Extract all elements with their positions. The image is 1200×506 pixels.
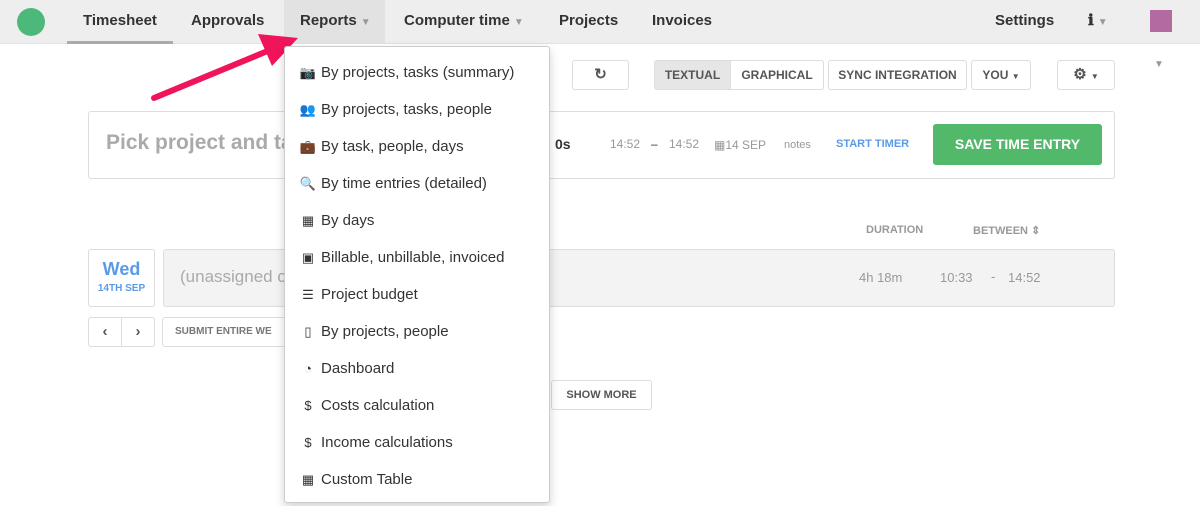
info-icon: ℹ [1088, 12, 1094, 29]
search-icon: 🔍 [299, 175, 317, 191]
reports-menu-item[interactable]: $ Income calculations [285, 424, 549, 461]
users-icon: 👥 [299, 101, 317, 117]
tasks-icon: ☰ [302, 286, 314, 302]
gear-icon: ⚙ [1073, 66, 1087, 83]
nav-reports-label: Reports [300, 12, 357, 29]
arrow-shaft [151, 47, 273, 101]
caret-down-icon: ▼ [1097, 17, 1108, 28]
nav-computer-time[interactable]: Computer time ▼ [388, 0, 540, 44]
entry-from: 10:33 [940, 270, 973, 285]
end-time[interactable]: 14:52 [669, 137, 699, 151]
show-more-button[interactable]: SHOW MORE [551, 380, 652, 410]
day-badge: Wed 14TH SEP [88, 249, 155, 307]
reports-menu-item[interactable]: ◔ Dashboard [285, 350, 549, 387]
money-icon: ▣ [301, 249, 315, 265]
start-time[interactable]: 14:52 [610, 137, 640, 151]
day-date: 14TH SEP [97, 283, 146, 294]
nav-invoices[interactable]: Invoices [636, 0, 728, 44]
calendar-icon: ▦ [301, 212, 315, 228]
reports-menu-item-label: By task, people, days [321, 138, 464, 155]
reports-menu-item[interactable]: ☰ Project budget [285, 276, 549, 313]
between-label: BETWEEN [973, 225, 1028, 237]
refresh-icon: ↻ [594, 66, 607, 83]
reports-menu-item-label: Costs calculation [321, 397, 435, 414]
reports-menu-item-label: By projects, tasks (summary) [321, 64, 515, 81]
project-picker-input[interactable]: Pick project and ta [106, 131, 293, 155]
info-menu[interactable]: ℹ ▼ [1072, 0, 1124, 44]
calendar-icon: ▦ [714, 138, 726, 152]
reports-menu-item-label: Project budget [321, 286, 418, 303]
duration-header: DURATION [866, 224, 924, 236]
caret-down-icon: ▼ [1090, 72, 1099, 81]
nav-computer-time-label: Computer time [404, 12, 510, 29]
reports-menu-item-label: By projects, people [321, 323, 449, 340]
nav-settings[interactable]: Settings [979, 0, 1070, 44]
file-icon: ▯ [304, 323, 312, 339]
you-label: YOU [982, 68, 1009, 82]
duration-value[interactable]: 0s [555, 136, 571, 152]
date-label: 14 SEP [725, 138, 767, 152]
date-picker[interactable]: ▦14 SEP [714, 138, 766, 152]
reports-menu-item-label: By time entries (detailed) [321, 175, 487, 192]
refresh-button[interactable]: ↻ [572, 60, 629, 90]
reports-menu-item[interactable]: 📷 By projects, tasks (summary) [285, 54, 549, 91]
reports-menu-item[interactable]: ▦ By days [285, 202, 549, 239]
reports-menu-item[interactable]: 💼 By task, people, days [285, 128, 549, 165]
app-logo[interactable] [17, 8, 45, 36]
dollar-icon: $ [304, 398, 312, 413]
graphical-button[interactable]: GRAPHICAL [730, 60, 824, 90]
caret-down-icon: ▼ [513, 17, 524, 28]
notes-link[interactable]: notes [784, 139, 811, 151]
next-week-button[interactable]: › [121, 317, 155, 347]
reports-menu-item-label: By projects, tasks, people [321, 101, 492, 118]
reports-menu-item-label: Income calculations [321, 434, 453, 451]
previous-week-button[interactable]: ‹ [88, 317, 122, 347]
dollar-icon: $ [304, 435, 312, 450]
textual-button[interactable]: TEXTUAL [654, 60, 731, 90]
time-dash: – [651, 137, 658, 151]
briefcase-icon: 💼 [299, 138, 317, 154]
sync-integration-button[interactable]: SYNC INTEGRATION [828, 60, 967, 90]
reports-menu-item[interactable]: 🔍 By time entries (detailed) [285, 165, 549, 202]
reports-menu-item[interactable]: $ Costs calculation [285, 387, 549, 424]
entry-duration: 4h 18m [859, 270, 903, 285]
reports-menu-item-label: Dashboard [321, 360, 395, 377]
dashboard-icon: ◔ [304, 361, 312, 376]
reports-menu-item-label: Custom Table [321, 471, 413, 488]
table-icon: ▦ [301, 471, 315, 487]
reports-menu-item-label: By days [321, 212, 375, 229]
reports-menu-item[interactable]: 👥 By projects, tasks, people [285, 91, 549, 128]
entry-dash: - [991, 269, 996, 284]
avatar [1150, 10, 1172, 33]
camera-icon: 📷 [299, 64, 317, 80]
user-menu[interactable]: ▼ [1134, 0, 1200, 70]
sort-icon: ⇕ [1031, 225, 1041, 237]
caret-down-icon: ▼ [1011, 72, 1020, 81]
reports-menu-item[interactable]: ▦ Custom Table [285, 461, 549, 498]
day-name: Wed [102, 259, 141, 279]
you-dropdown[interactable]: YOU ▼ [971, 60, 1031, 90]
entry-task: (unassigned c [180, 267, 286, 286]
start-timer-link[interactable]: START TIMER [836, 138, 909, 150]
caret-down-icon: ▼ [1154, 59, 1164, 70]
reports-dropdown-menu: 📷 By projects, tasks (summary) 👥 By project… [284, 46, 550, 503]
caret-down-icon: ▼ [360, 17, 371, 28]
reports-menu-item-label: Billable, unbillable, invoiced [321, 249, 505, 266]
reports-menu-item[interactable]: ▯ By projects, people [285, 313, 549, 350]
entry-to: 14:52 [1008, 270, 1041, 285]
between-header[interactable]: BETWEEN ⇕ [973, 224, 1040, 237]
save-time-entry-button[interactable]: SAVE TIME ENTRY [933, 124, 1102, 165]
chevron-left-icon: ‹ [102, 323, 108, 340]
nav-projects[interactable]: Projects [543, 0, 634, 44]
reports-menu-item[interactable]: ▣ Billable, unbillable, invoiced [285, 239, 549, 276]
settings-dropdown[interactable]: ⚙ ▼ [1057, 60, 1115, 90]
submit-week-button[interactable]: SUBMIT ENTIRE WE [162, 317, 302, 347]
chevron-right-icon: › [135, 323, 141, 340]
